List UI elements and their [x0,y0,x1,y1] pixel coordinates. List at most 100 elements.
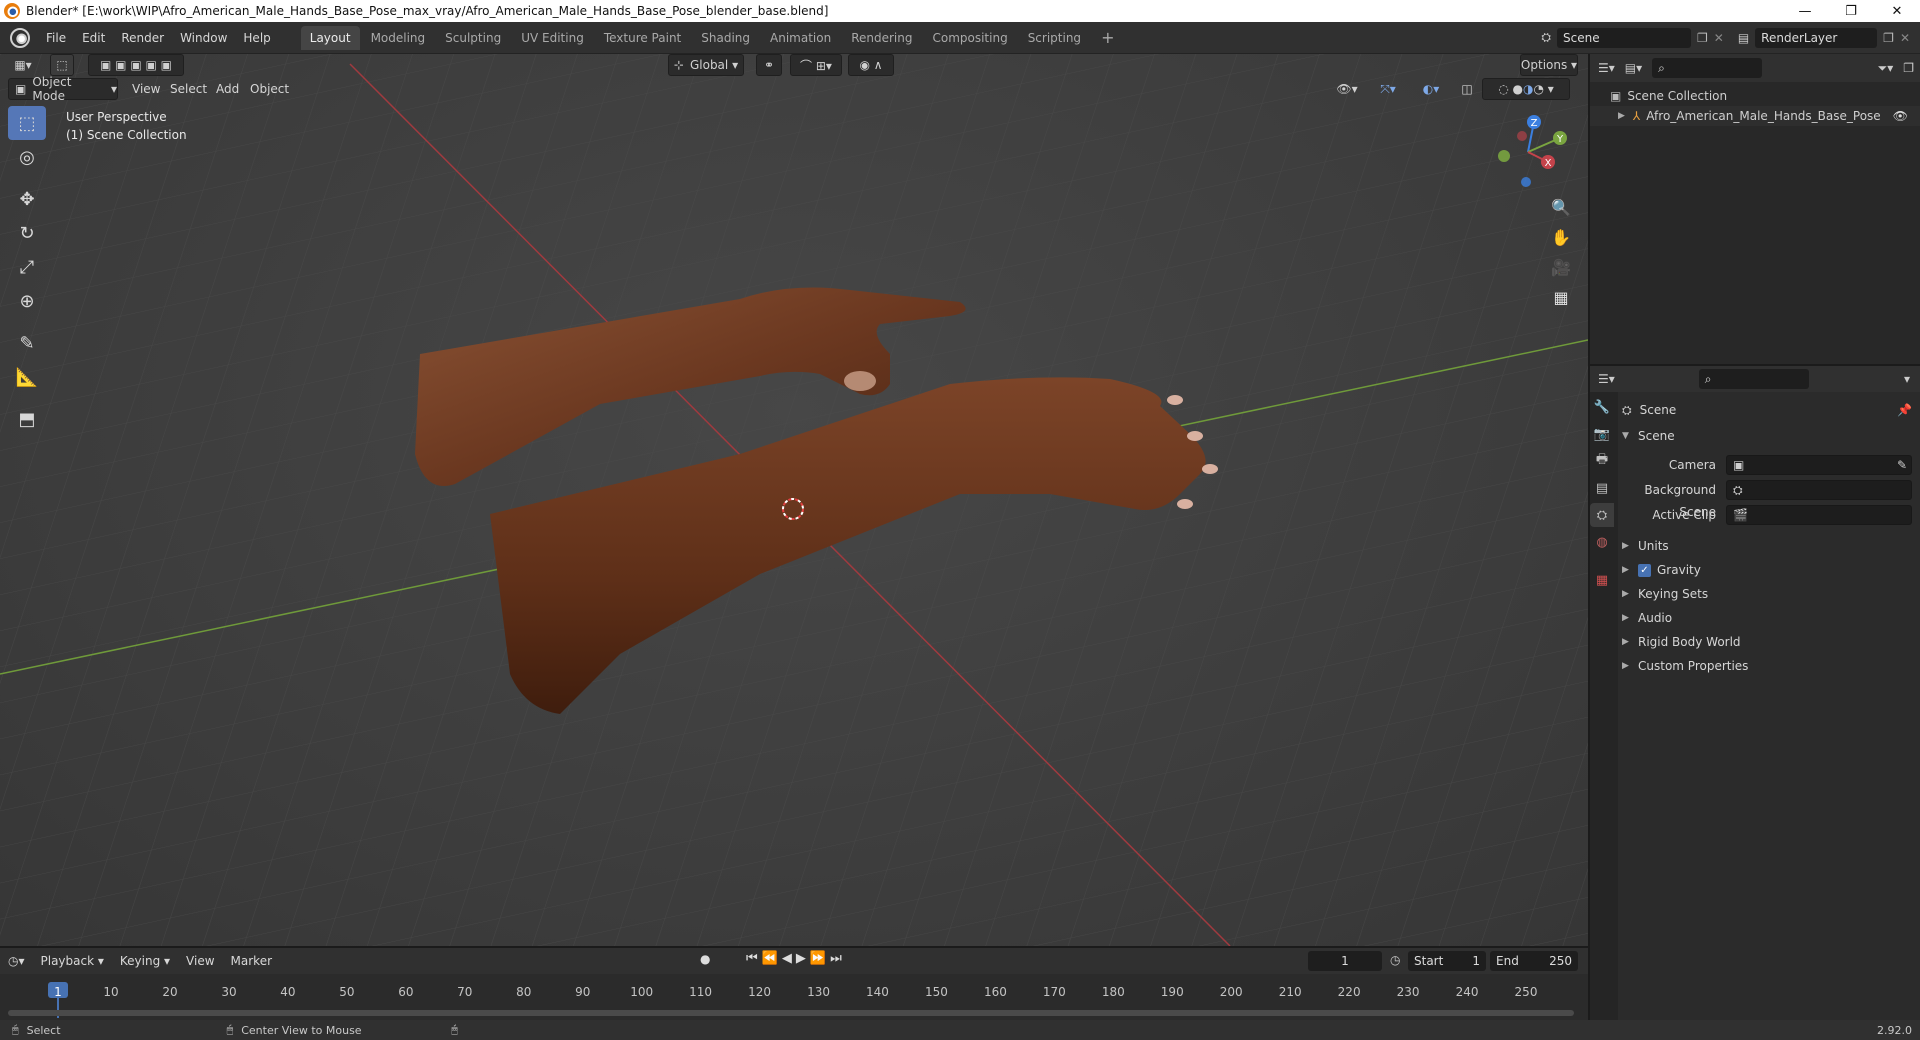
menu-help[interactable]: Help [235,26,278,50]
scale-tool-icon[interactable]: ⤢ [8,250,46,284]
render-tab-icon[interactable]: 📷 [1590,422,1614,446]
tab-scripting[interactable]: Scripting [1019,26,1090,50]
camera-view-icon[interactable]: 🎥 [1546,252,1576,282]
select-tool-icon[interactable]: ⬚ [50,54,74,76]
ortho-toggle-icon[interactable]: ▦ [1546,282,1576,312]
camera-field[interactable]: ▣ ✎ [1726,455,1912,475]
editor-type-icon[interactable]: ▦▾ [8,54,38,76]
options-button[interactable]: Options ▾ [1520,54,1578,76]
tab-uv-editing[interactable]: UV Editing [512,26,593,50]
outliner-editor-type-icon[interactable]: ☰▾ [1598,61,1615,75]
texture-tab-icon[interactable]: ▦ [1590,568,1614,592]
rotate-tool-icon[interactable]: ↻ [8,216,46,250]
navigation-gizmo[interactable]: Z Y X [1488,112,1568,192]
scene-icon[interactable]: ⛭ [1541,30,1551,45]
panel-keying-sets[interactable]: ▶ Keying Sets [1622,582,1912,606]
3d-viewport[interactable]: ▦▾ ⬚ ▣ ▣ ▣ ▣ ▣ ⊹ Global ▾ ⚭ ⌒ ⊞▾ ◉ ∧ Opti… [0,54,1588,946]
scene-tab-icon[interactable]: ⛭ [1590,503,1614,527]
snapping-icon[interactable]: ⌒ ⊞▾ [790,54,842,76]
outliner-row-scene-collection[interactable]: ▣ Scene Collection [1590,86,1920,106]
delete-view-layer-icon[interactable]: ✕ [1900,31,1910,45]
menu-render[interactable]: Render [113,26,172,50]
outliner-editor[interactable]: ☰▾ ▤▾ ⌕ ⏷▾ ❐ ▣ Scene Collection ▶ ⅄ Afro… [1588,54,1920,364]
panel-audio[interactable]: ▶ Audio [1622,606,1912,630]
eyedropper-icon[interactable]: ✎ [1897,458,1907,472]
proportional-editing-icon[interactable]: ◉ ∧ [848,54,894,76]
panel-scene-header[interactable]: ▼ Scene [1622,424,1912,448]
timeline-scrollbar[interactable] [8,1010,1574,1016]
menu-view[interactable]: View [132,78,160,100]
panel-custom-properties[interactable]: ▶ Custom Properties [1622,654,1912,678]
menu-file[interactable]: File [38,26,74,50]
visibility-icon[interactable]: 👁▾ [1332,78,1362,100]
menu-edit[interactable]: Edit [74,26,113,50]
cursor-tool-icon[interactable]: ◎ [8,140,46,174]
gravity-checkbox[interactable]: ✓ [1638,563,1651,577]
view-layer-tab-icon[interactable]: ▤ [1590,476,1614,500]
playback-controls[interactable]: ⏮⏪◀▶⏩⏭ [746,951,846,966]
outliner-row-object[interactable]: ▶ ⅄ Afro_American_Male_Hands_Base_Pose 👁 [1590,106,1920,126]
tab-compositing[interactable]: Compositing [923,26,1016,50]
xray-icon[interactable]: ◫ [1458,78,1476,100]
tab-animation[interactable]: Animation [761,26,840,50]
properties-editor-type-icon[interactable]: ☰▾ [1598,372,1615,386]
maximize-button[interactable]: ❐ [1828,0,1874,22]
tab-modeling[interactable]: Modeling [362,26,435,50]
tab-shading[interactable]: Shading [692,26,759,50]
properties-options-icon[interactable]: ▾ [1904,372,1910,386]
mode-dropdown[interactable]: ▣ Object Mode ▾ [8,75,118,103]
blender-logo-icon[interactable] [10,27,30,48]
start-frame-field[interactable]: Start 1 [1408,951,1486,971]
new-collection-icon[interactable]: ❐ [1903,61,1914,75]
world-tab-icon[interactable]: ◍ [1590,530,1614,554]
menu-select[interactable]: Select [170,78,207,100]
scene-selector[interactable]: Scene [1557,27,1691,48]
close-button[interactable]: ✕ [1874,0,1920,22]
tab-layout[interactable]: Layout [300,25,360,50]
measure-tool-icon[interactable]: 📐 [8,360,46,394]
menu-keying[interactable]: Keying ▾ [112,949,178,973]
clock-icon[interactable]: ◷ [1390,953,1400,967]
shading-mode-buttons[interactable]: ◌ ● ◑ ◔ ▾ [1482,78,1570,100]
tool-tab-icon[interactable]: 🔧 [1590,395,1614,419]
overlays-icon[interactable]: ◐▾ [1412,78,1450,100]
select-box-tool-icon[interactable]: ⬚ [8,106,46,140]
outliner-search-input[interactable]: ⌕ [1652,58,1763,78]
properties-search-input[interactable]: ⌕ [1698,369,1809,389]
menu-add[interactable]: Add [216,78,239,100]
panel-rigid-body-world[interactable]: ▶ Rigid Body World [1622,630,1912,654]
select-mode-buttons[interactable]: ▣ ▣ ▣ ▣ ▣ [88,54,184,76]
timeline-editor[interactable]: ◷▾ Playback ▾ Keying ▾ View Marker ● ⏮⏪◀… [0,946,1588,1020]
view-layer-icon[interactable]: ▤ [1738,31,1749,45]
eye-visibility-icon[interactable]: 👁 [1893,109,1908,123]
filter-icon[interactable]: ⏷▾ [1878,61,1894,76]
pin-icon[interactable]: 📌 [1897,403,1912,417]
output-tab-icon[interactable]: 🖶 [1590,449,1614,473]
new-scene-icon[interactable]: ❐ [1697,31,1708,45]
menu-playback[interactable]: Playback ▾ [33,949,112,973]
expand-arrow-icon[interactable]: ▶ [1618,111,1625,121]
tab-texture-paint[interactable]: Texture Paint [595,26,690,50]
annotate-tool-icon[interactable]: ✎ [8,326,46,360]
add-workspace-icon[interactable]: + [1092,26,1123,50]
add-cube-tool-icon[interactable]: ⬒ [8,402,46,436]
end-frame-field[interactable]: End 250 [1490,951,1578,971]
active-clip-field[interactable]: 🎬 [1726,505,1912,525]
menu-object[interactable]: Object [250,78,289,100]
current-frame-field[interactable]: 1 [1308,951,1382,971]
delete-scene-icon[interactable]: ✕ [1714,31,1724,45]
pivot-point-icon[interactable]: ⚭ [756,54,782,76]
move-tool-icon[interactable]: ✥ [8,182,46,216]
properties-editor[interactable]: ☰▾ ⌕ ▾ 🔧 📷 🖶 ▤ ⛭ ◍ ▦ ⛭ Scene 📌 ▼ Scene C… [1588,364,1920,1020]
tab-sculpting[interactable]: Sculpting [436,26,510,50]
new-view-layer-icon[interactable]: ❐ [1883,31,1894,45]
gizmo-toggle-icon[interactable]: ⤧▾ [1370,78,1406,100]
timeline-editor-type-icon[interactable]: ◷▾ [0,949,33,973]
panel-gravity[interactable]: ▶ ✓ Gravity [1622,558,1912,582]
menu-window[interactable]: Window [172,26,235,50]
minimize-button[interactable]: — [1782,0,1828,22]
transform-tool-icon[interactable]: ⊕ [8,284,46,318]
auto-keying-icon[interactable]: ● [700,952,710,966]
transform-orientation-dropdown[interactable]: ⊹ Global ▾ [668,54,744,76]
display-mode-icon[interactable]: ▤▾ [1625,61,1642,75]
